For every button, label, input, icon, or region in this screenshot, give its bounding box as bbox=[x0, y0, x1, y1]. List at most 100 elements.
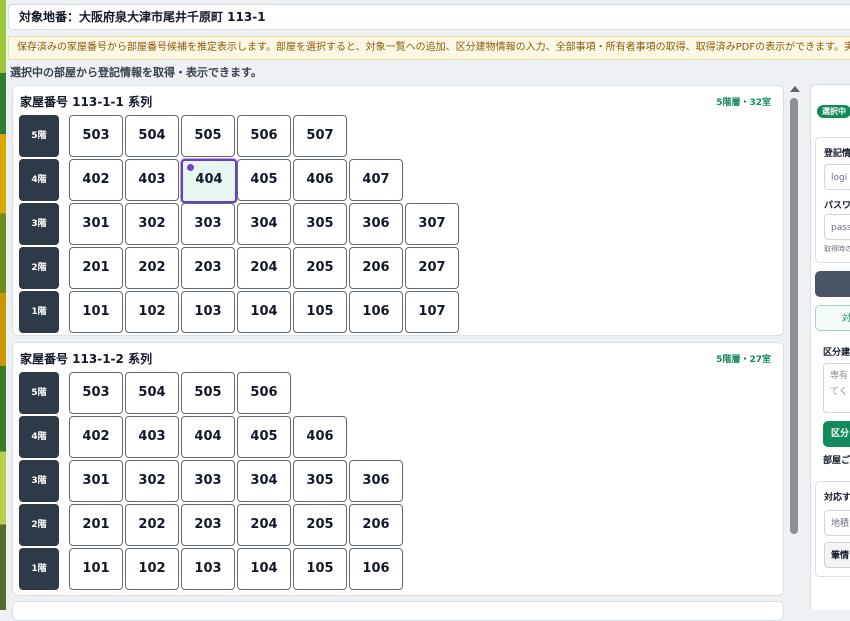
room-number: 403 bbox=[138, 429, 166, 444]
floor-label: 4階 bbox=[19, 159, 59, 201]
room-button-103[interactable]: 103 bbox=[181, 291, 235, 333]
room-button-206[interactable]: 206 bbox=[349, 504, 403, 546]
room-number: 106 bbox=[362, 561, 390, 576]
room-button-204[interactable]: 204 bbox=[237, 504, 291, 546]
target-input[interactable]: 地積 bbox=[824, 510, 850, 536]
room-button-107[interactable]: 107 bbox=[405, 291, 459, 333]
room-number: 106 bbox=[362, 304, 390, 319]
room-button-203[interactable]: 203 bbox=[181, 504, 235, 546]
room-button-403[interactable]: 403 bbox=[125, 159, 179, 201]
room-button-104[interactable]: 104 bbox=[237, 548, 291, 590]
room-number: 503 bbox=[82, 385, 110, 400]
room-button-306[interactable]: 306 bbox=[349, 203, 403, 245]
room-button-102[interactable]: 102 bbox=[125, 548, 179, 590]
floor-label: 5階 bbox=[19, 372, 59, 414]
room-button-103[interactable]: 103 bbox=[181, 548, 235, 590]
fetch-registry-button[interactable] bbox=[815, 271, 850, 297]
unit-info-button[interactable]: 区分 bbox=[823, 421, 850, 447]
add-target-button[interactable]: 対 bbox=[815, 305, 850, 331]
room-number: 103 bbox=[194, 561, 222, 576]
room-button-204[interactable]: 204 bbox=[237, 247, 291, 289]
room-button-505[interactable]: 505 bbox=[181, 115, 235, 157]
room-button-106[interactable]: 106 bbox=[349, 548, 403, 590]
room-button-105[interactable]: 105 bbox=[293, 548, 347, 590]
room-button-106[interactable]: 106 bbox=[349, 291, 403, 333]
room-button-506[interactable]: 506 bbox=[237, 115, 291, 157]
room-button-201[interactable]: 201 bbox=[69, 504, 123, 546]
room-button-307[interactable]: 307 bbox=[405, 203, 459, 245]
room-button-504[interactable]: 504 bbox=[125, 372, 179, 414]
room-number: 101 bbox=[82, 304, 110, 319]
floor-label: 2階 bbox=[19, 247, 59, 289]
room-number: 402 bbox=[82, 172, 110, 187]
room-button-406[interactable]: 406 bbox=[293, 159, 347, 201]
room-number: 404 bbox=[195, 172, 223, 187]
room-button-507[interactable]: 507 bbox=[293, 115, 347, 157]
room-number: 201 bbox=[82, 517, 110, 532]
room-button-405[interactable]: 405 bbox=[237, 159, 291, 201]
unit-info-textarea[interactable]: 専有 てく bbox=[823, 363, 850, 413]
room-button-305[interactable]: 305 bbox=[293, 203, 347, 245]
room-button-304[interactable]: 304 bbox=[237, 460, 291, 502]
room-button-102[interactable]: 102 bbox=[125, 291, 179, 333]
room-button-202[interactable]: 202 bbox=[125, 504, 179, 546]
add-target-button-label: 対 bbox=[842, 314, 850, 324]
room-button-404[interactable]: 404 bbox=[181, 159, 237, 203]
room-button-304[interactable]: 304 bbox=[237, 203, 291, 245]
room-button-402[interactable]: 402 bbox=[69, 159, 123, 201]
room-number: 407 bbox=[362, 172, 390, 187]
room-button-302[interactable]: 302 bbox=[125, 460, 179, 502]
room-button-205[interactable]: 205 bbox=[293, 247, 347, 289]
room-number: 206 bbox=[362, 517, 390, 532]
login-id-input[interactable]: logi bbox=[824, 164, 850, 190]
scroll-up-arrow-icon[interactable] bbox=[790, 86, 800, 92]
room-number: 301 bbox=[82, 216, 110, 231]
room-button-403[interactable]: 403 bbox=[125, 416, 179, 458]
room-series-panel: 家屋番号 113-1-2 系列 5階層・27室 5階 503 504 505 506 4階… bbox=[12, 342, 784, 596]
vertical-scrollbar[interactable] bbox=[788, 84, 800, 610]
room-button-505[interactable]: 505 bbox=[181, 372, 235, 414]
password-input[interactable]: pass bbox=[824, 214, 850, 240]
background-strip bbox=[0, 0, 6, 610]
floor-label: 3階 bbox=[19, 203, 59, 245]
selected-indicator-icon bbox=[187, 164, 194, 171]
room-button-402[interactable]: 402 bbox=[69, 416, 123, 458]
room-button-105[interactable]: 105 bbox=[293, 291, 347, 333]
room-button-301[interactable]: 301 bbox=[69, 460, 123, 502]
room-button-303[interactable]: 303 bbox=[181, 203, 235, 245]
room-button-301[interactable]: 301 bbox=[69, 203, 123, 245]
room-number: 105 bbox=[306, 561, 334, 576]
room-number: 201 bbox=[82, 260, 110, 275]
room-button-306[interactable]: 306 bbox=[349, 460, 403, 502]
room-button-404[interactable]: 404 bbox=[181, 416, 235, 458]
room-button-101[interactable]: 101 bbox=[69, 548, 123, 590]
room-button-104[interactable]: 104 bbox=[237, 291, 291, 333]
room-button-406[interactable]: 406 bbox=[293, 416, 347, 458]
room-number: 402 bbox=[82, 429, 110, 444]
room-button-503[interactable]: 503 bbox=[69, 372, 123, 414]
room-button-202[interactable]: 202 bbox=[125, 247, 179, 289]
room-button-201[interactable]: 201 bbox=[69, 247, 123, 289]
room-button-203[interactable]: 203 bbox=[181, 247, 235, 289]
room-button-302[interactable]: 302 bbox=[125, 203, 179, 245]
room-number: 303 bbox=[194, 216, 222, 231]
room-number: 204 bbox=[250, 517, 278, 532]
room-button-207[interactable]: 207 bbox=[405, 247, 459, 289]
room-button-503[interactable]: 503 bbox=[69, 115, 123, 157]
target-button[interactable]: 筆情 bbox=[824, 542, 850, 568]
room-button-303[interactable]: 303 bbox=[181, 460, 235, 502]
room-button-206[interactable]: 206 bbox=[349, 247, 403, 289]
series-meta: 5階層・32室 bbox=[716, 98, 771, 108]
room-number: 306 bbox=[362, 216, 390, 231]
password-label: パスワ bbox=[824, 201, 850, 211]
room-button-504[interactable]: 504 bbox=[125, 115, 179, 157]
room-button-405[interactable]: 405 bbox=[237, 416, 291, 458]
room-button-506[interactable]: 506 bbox=[237, 372, 291, 414]
room-button-305[interactable]: 305 bbox=[293, 460, 347, 502]
scrollbar-thumb[interactable] bbox=[790, 98, 798, 534]
room-button-407[interactable]: 407 bbox=[349, 159, 403, 201]
helper-text: 選択中の部屋から登記情報を取得・表示できます。 bbox=[10, 66, 262, 79]
room-button-205[interactable]: 205 bbox=[293, 504, 347, 546]
room-number: 504 bbox=[138, 128, 166, 143]
room-button-101[interactable]: 101 bbox=[69, 291, 123, 333]
